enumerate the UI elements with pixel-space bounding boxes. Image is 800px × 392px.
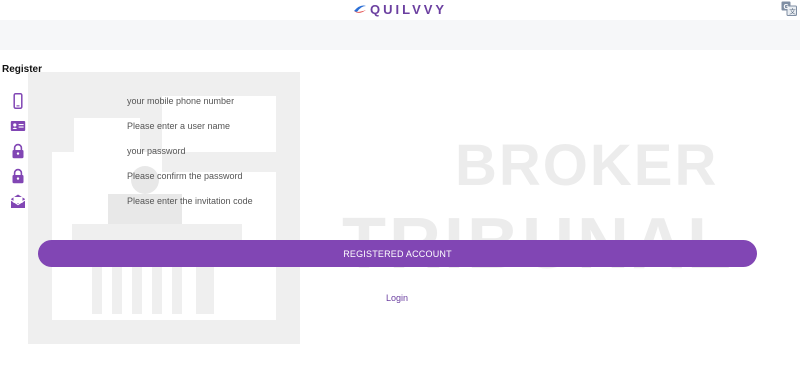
password-row (0, 140, 800, 162)
mobile-phone-icon (13, 93, 23, 109)
brand-swoosh-icon (354, 5, 366, 13)
broker-tribunal-watermark: BROKER TRIBUNAL (28, 72, 731, 344)
username-row (0, 115, 800, 137)
brand-name: QUILVVY (370, 1, 448, 17)
invitation-code-input[interactable] (120, 191, 740, 211)
svg-text:文: 文 (789, 7, 796, 16)
phone-row (0, 90, 800, 112)
confirm-password-row (0, 165, 800, 187)
header-spacer-band (0, 20, 800, 50)
username-input[interactable] (120, 116, 740, 136)
lock-icon (12, 143, 24, 159)
page-title: Register (2, 64, 43, 75)
confirm-password-input[interactable] (120, 166, 740, 186)
password-input[interactable] (120, 141, 740, 161)
lock-icon (12, 168, 24, 184)
id-card-icon (10, 121, 26, 131)
register-submit-button[interactable]: REGISTERED ACCOUNT (38, 240, 757, 267)
invitation-code-row (0, 190, 800, 212)
translate-icon[interactable]: G 文 (781, 1, 797, 16)
phone-input[interactable] (120, 91, 740, 111)
brand-logo[interactable]: QUILVVY (353, 1, 447, 17)
login-link[interactable]: Login (386, 293, 408, 303)
header-bar: QUILVVY G 文 (0, 0, 800, 20)
envelope-icon (10, 194, 26, 208)
